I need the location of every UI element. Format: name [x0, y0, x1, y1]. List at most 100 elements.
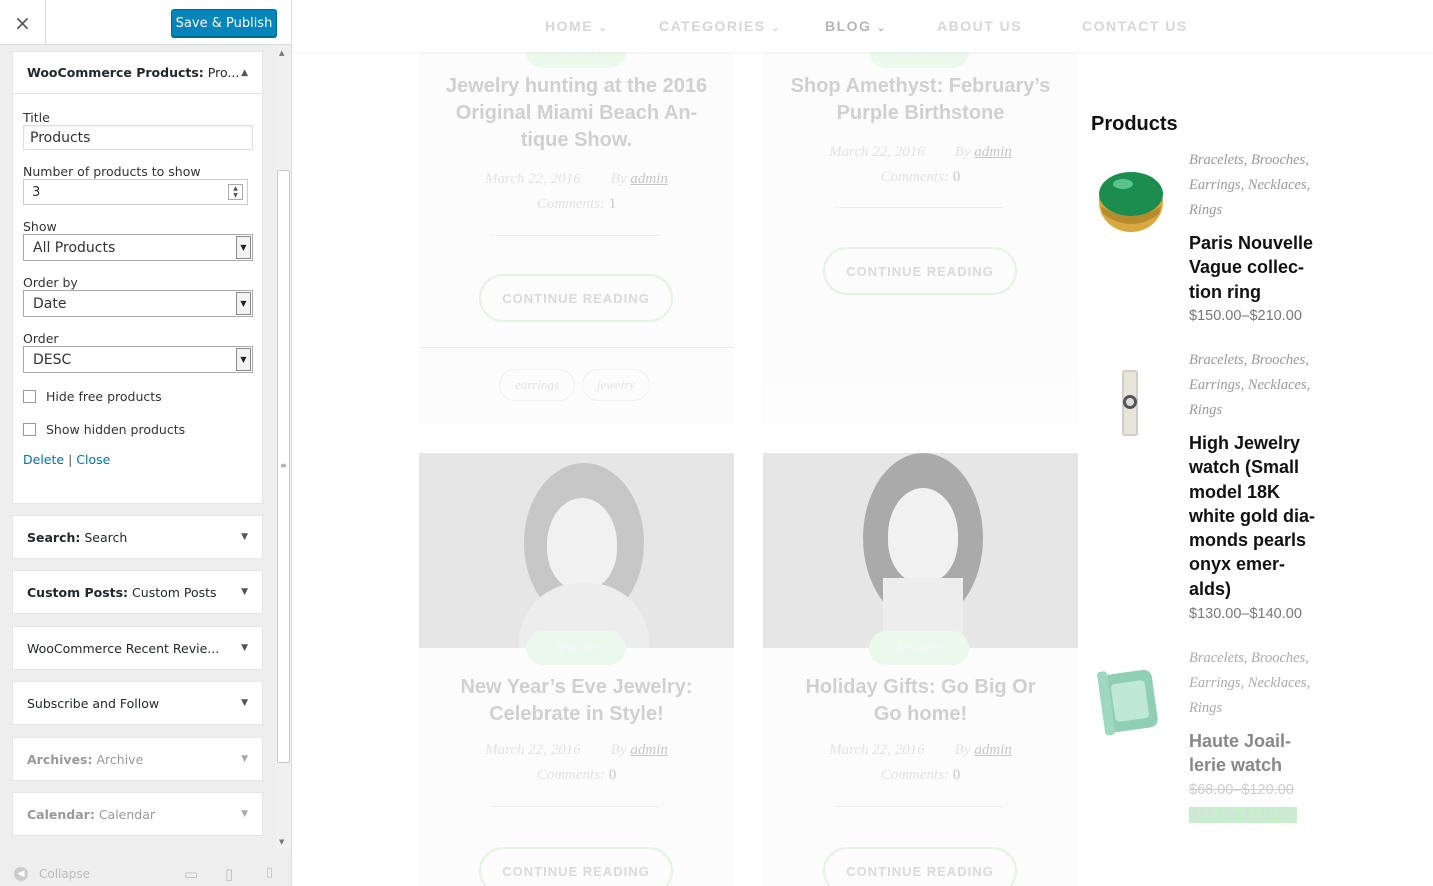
caret-down-icon[interactable]: ▼ [241, 809, 248, 819]
hide-free-checkbox[interactable] [23, 390, 36, 403]
widget-header[interactable]: Calendar: Calendar ▼ [13, 793, 262, 835]
customizer-footer: ◀ Collapse ▭ ▯ ▯ [0, 850, 291, 886]
nav-categories[interactable]: CATEGORIES ⌄ [659, 18, 781, 34]
caret-down-icon[interactable]: ▼ [241, 532, 248, 542]
post-title[interactable]: Shop Amethyst: February’s Purple Birthsto… [783, 73, 1058, 127]
watch-icon [1122, 370, 1138, 436]
product-categories[interactable]: Bracelets, Brooches, Earrings, Necklaces,… [1189, 348, 1329, 423]
ring-icon [1099, 172, 1163, 232]
product-thumbnail[interactable] [1091, 664, 1171, 744]
continue-reading-button[interactable]: CONTINUE READING [479, 274, 673, 322]
nav-home[interactable]: HOME ⌄ [545, 18, 608, 34]
dropdown-arrow-icon[interactable]: ▼ [236, 348, 251, 371]
category-badge[interactable]: Jewelry [526, 631, 626, 665]
customizer-panel: × Save & Publish WooCommerce Products: P… [0, 0, 292, 886]
face-shape [888, 488, 958, 583]
product-name[interactable]: High Jewelry watch (Small model 18K white g… [1189, 431, 1329, 601]
dropdown-arrow-icon[interactable]: ▼ [236, 292, 251, 315]
widget-custom-posts[interactable]: Custom Posts: Custom Posts ▼ [12, 570, 263, 614]
author-link[interactable]: admin [630, 171, 668, 187]
continue-reading-button[interactable]: CONTINUE READING [823, 247, 1017, 295]
tag-pill[interactable]: earrings [499, 369, 575, 401]
tablet-preview-icon[interactable]: ▯ [225, 865, 233, 883]
continue-reading-button[interactable]: CONTINUE READING [479, 847, 673, 886]
post-title[interactable]: New Year’s Eve Jewelry: Celebrate in Styl… [439, 674, 714, 728]
title-label: Title [23, 110, 50, 125]
caret-down-icon[interactable]: ▼ [241, 754, 248, 764]
close-link[interactable]: Close [76, 452, 110, 467]
divider [491, 235, 659, 236]
widget-title: Search [84, 529, 128, 545]
caret-up-icon[interactable]: ▲ [241, 68, 248, 78]
caret-down-icon[interactable]: ▼ [241, 587, 248, 597]
widget-subscribe[interactable]: Subscribe and Follow ▼ [12, 681, 263, 725]
post-image[interactable] [419, 453, 734, 648]
widget-archives[interactable]: Archives: Archive ▼ [12, 737, 263, 781]
widget-header[interactable]: Archives: Archive ▼ [13, 738, 262, 780]
show-select[interactable]: All Products ▼ [23, 234, 253, 261]
desktop-preview-icon[interactable]: ▭ [184, 865, 198, 883]
collapse-button[interactable]: ◀ Collapse [14, 867, 90, 881]
close-customizer-button[interactable]: × [0, 0, 46, 45]
widget-calendar[interactable]: Calendar: Calendar ▼ [12, 792, 263, 836]
widget-title: Custom Posts [132, 584, 217, 600]
panel-scrollbar[interactable]: ▲ ≡ ▼ [276, 46, 291, 849]
hide-free-checkbox-row[interactable]: Hide free products [23, 389, 252, 404]
product-thumbnail[interactable] [1091, 168, 1171, 248]
scroll-down-icon[interactable]: ▼ [279, 838, 284, 846]
product-categories[interactable]: Bracelets, Brooches, Earrings, Necklaces,… [1189, 646, 1329, 721]
show-hidden-checkbox[interactable] [23, 423, 36, 436]
title-input[interactable] [23, 125, 253, 150]
face-shape [547, 498, 617, 590]
delete-link[interactable]: Delete [23, 452, 64, 467]
show-hidden-checkbox-row[interactable]: Show hidden products [23, 422, 252, 437]
author-link[interactable]: admin [974, 144, 1012, 160]
caret-down-icon[interactable]: ▼ [241, 643, 248, 653]
stepper-arrows-icon[interactable]: ▲ ▼ [228, 184, 243, 200]
product-price: $68.00–$110.00 [1189, 807, 1297, 823]
orderby-select[interactable]: Date ▼ [23, 290, 253, 317]
scroll-up-icon[interactable]: ▲ [279, 49, 284, 57]
customizer-header: × Save & Publish [0, 0, 291, 45]
post-title[interactable]: Jewelry hunting at the 2016 Original Miam… [439, 73, 714, 154]
count-value: 3 [32, 185, 41, 200]
caret-down-icon[interactable]: ▼ [241, 698, 248, 708]
tag-pill[interactable]: jewelry [582, 369, 650, 401]
count-label: Number of products to show [23, 164, 201, 179]
post-title[interactable]: Holiday Gifts: Go Big Or Go home! [783, 674, 1058, 728]
author-link[interactable]: admin [974, 742, 1012, 758]
count-stepper[interactable]: 3 ▲ ▼ [23, 179, 248, 205]
product-name[interactable]: Haute Joail-lerie watch [1189, 729, 1329, 778]
widget-type: Archives: [27, 751, 93, 767]
dropdown-arrow-icon[interactable]: ▼ [236, 236, 251, 259]
product-name[interactable]: Paris Nouvelle Vague collec-tion ring [1189, 231, 1329, 304]
widget-header[interactable]: Custom Posts: Custom Posts ▼ [13, 571, 262, 613]
widget-actions: Delete | Close [23, 452, 252, 467]
widget-search[interactable]: Search: Search ▼ [12, 515, 263, 559]
widget-header[interactable]: Subscribe and Follow ▼ [13, 682, 262, 724]
widget-type: Custom Posts: [27, 584, 129, 600]
post-image[interactable] [763, 453, 1078, 648]
product-thumbnail[interactable] [1091, 368, 1171, 448]
nav-about[interactable]: ABOUT US [937, 18, 1022, 34]
widget-type: Subscribe and Follow [27, 695, 160, 711]
product-categories[interactable]: Bracelets, Brooches, Earrings, Necklaces,… [1189, 148, 1329, 223]
widget-recent-reviews[interactable]: WooCommerce Recent Revie... ▼ [12, 626, 263, 670]
post-card: Jewelry Holiday Gifts: Go Big Or Go home!… [763, 453, 1078, 886]
category-badge[interactable]: Jewelry [869, 631, 969, 665]
widget-header[interactable]: Search: Search ▼ [13, 516, 262, 558]
product-price-old: $68.00–$120.00 [1189, 782, 1294, 798]
author-link[interactable]: admin [630, 742, 668, 758]
order-select[interactable]: DESC ▼ [23, 346, 253, 373]
widget-header[interactable]: WooCommerce Products: Pro... ▲ [13, 52, 262, 94]
mobile-preview-icon[interactable]: ▯ [266, 865, 273, 880]
continue-reading-button[interactable]: CONTINUE READING [823, 847, 1017, 886]
widget-header[interactable]: WooCommerce Recent Revie... ▼ [13, 627, 262, 669]
nav-contact[interactable]: CONTACT US [1082, 18, 1188, 34]
nav-blog[interactable]: BLOG ⌄ [825, 18, 887, 34]
hide-free-label: Hide free products [46, 389, 162, 404]
order-value: DESC [33, 352, 72, 368]
save-publish-button[interactable]: Save & Publish [171, 9, 277, 37]
widget-title: Archive [96, 751, 144, 767]
order-label: Order [23, 331, 59, 346]
